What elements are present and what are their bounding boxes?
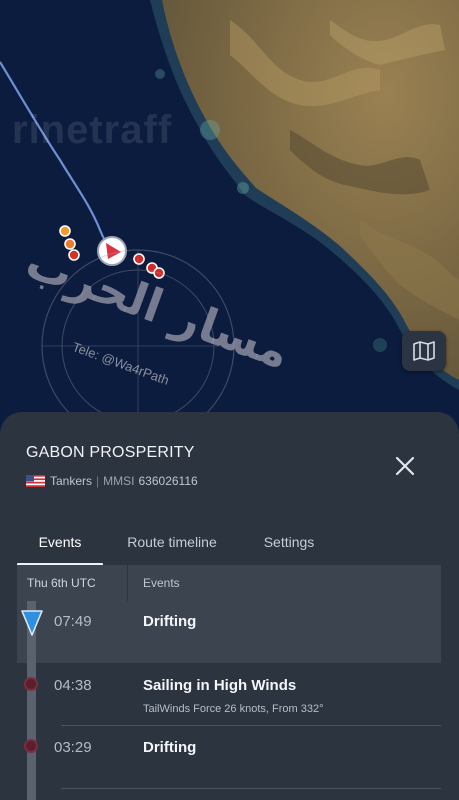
tab-bar: Events Route timeline Settings — [17, 518, 441, 566]
close-icon — [395, 456, 415, 476]
event-time: 07:49 — [54, 613, 92, 630]
current-position-pin-icon — [21, 610, 43, 636]
row-divider — [61, 788, 441, 789]
events-header: Events — [143, 576, 180, 590]
date-header: Thu 6th UTC — [27, 576, 96, 590]
meta-separator: | — [96, 474, 100, 488]
vessel-details-panel: GABON PROSPERITY Tankers | MMSI 63602611… — [0, 412, 459, 800]
vessel-type: Tankers — [50, 474, 93, 488]
event-title: Sailing in High Winds — [143, 677, 297, 694]
marinetraffic-watermark: rinetraff — [12, 108, 173, 152]
event-title: Drifting — [143, 739, 197, 756]
event-row[interactable]: 03:29 Drifting — [17, 726, 441, 800]
timeline-dot — [24, 739, 38, 753]
event-row[interactable]: 07:49 Drifting — [17, 601, 441, 663]
satellite-map — [0, 0, 459, 440]
tab-route-timeline[interactable]: Route timeline — [113, 518, 231, 566]
tab-events[interactable]: Events — [17, 518, 103, 566]
tab-settings[interactable]: Settings — [249, 518, 329, 566]
folded-map-icon — [413, 341, 435, 361]
timeline-dot — [24, 677, 38, 691]
event-time: 04:38 — [54, 677, 92, 694]
us-flag-icon — [26, 475, 45, 487]
vessel-name: GABON PROSPERITY — [26, 444, 195, 461]
map-view[interactable]: rinetraff مسار الحرب Tele: @Wa4rPath — [0, 0, 459, 440]
event-title: Drifting — [143, 613, 197, 630]
mmsi-value: 636026116 — [138, 474, 198, 488]
event-row[interactable]: 04:38 Sailing in High Winds TailWinds Fo… — [17, 663, 441, 726]
event-time: 03:29 — [54, 739, 92, 756]
events-table-header: Thu 6th UTC Events — [17, 565, 441, 601]
map-layers-button[interactable] — [402, 331, 446, 371]
event-detail: TailWinds Force 26 knots, From 332° — [143, 703, 324, 715]
app-root: rinetraff مسار الحرب Tele: @Wa4rPath GAB… — [0, 0, 459, 800]
close-button[interactable] — [393, 454, 417, 478]
header-divider — [127, 565, 128, 601]
mmsi-label: MMSI — [103, 474, 135, 488]
vessel-meta: Tankers | MMSI 636026116 — [26, 474, 198, 488]
